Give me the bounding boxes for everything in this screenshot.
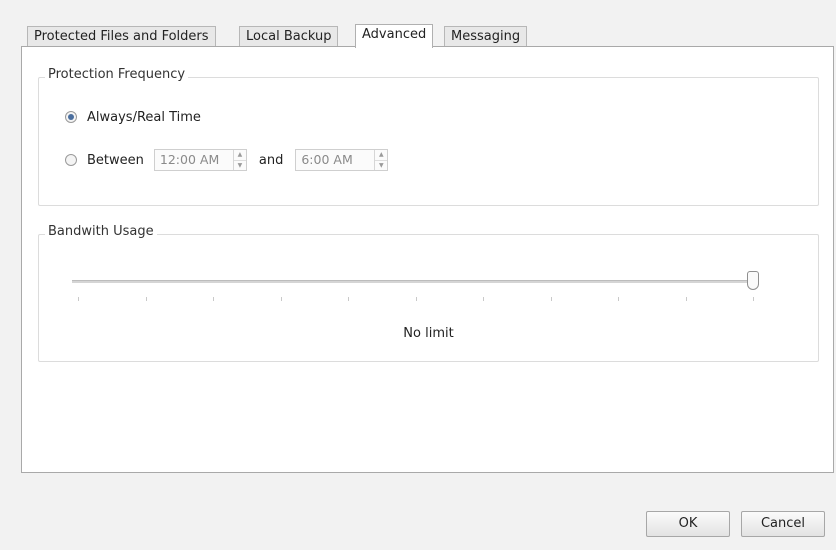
start-time-up-arrow-icon[interactable]: ▲ xyxy=(234,150,246,160)
tab-protected-files-and-folders[interactable]: Protected Files and Folders xyxy=(27,26,216,47)
start-time-value: 12:00 AM xyxy=(159,152,220,167)
slider-tick xyxy=(348,297,349,301)
start-time-stepper[interactable]: 12:00 AM ▲ ▼ xyxy=(153,149,247,171)
tab-local-backup[interactable]: Local Backup xyxy=(239,26,339,47)
protection-frequency-legend: Protection Frequency xyxy=(45,67,189,82)
bandwidth-value-label: No limit xyxy=(403,326,454,341)
slider-tick xyxy=(550,297,552,301)
end-time-stepper[interactable]: 6:00 AM ▲ ▼ xyxy=(295,149,389,171)
tab-advanced[interactable]: Advanced xyxy=(355,24,434,48)
between-radio[interactable] xyxy=(65,154,77,166)
slider-tick xyxy=(618,297,619,301)
between-option: Between 12:00 AM ▲ ▼ and 6:00 AM ▲ ▼ xyxy=(65,148,389,172)
slider-tick xyxy=(483,297,484,301)
protection-frequency-group: Protection Frequency Always/Real Time Be… xyxy=(38,67,819,206)
slider-tick xyxy=(415,297,417,301)
always-real-time-option[interactable]: Always/Real Time xyxy=(65,105,201,129)
slider-tick xyxy=(753,297,754,301)
cancel-button[interactable]: Cancel xyxy=(741,511,825,537)
slider-tick xyxy=(213,297,214,301)
bandwidth-slider-track[interactable] xyxy=(72,280,757,283)
slider-tick xyxy=(685,297,687,301)
between-label: Between xyxy=(87,152,144,168)
advanced-panel: Protection Frequency Always/Real Time Be… xyxy=(21,46,834,473)
end-time-down-arrow-icon[interactable]: ▼ xyxy=(375,160,388,171)
bandwidth-usage-group: Bandwith Usage No limit xyxy=(38,224,819,362)
tab-messaging[interactable]: Messaging xyxy=(444,26,528,47)
slider-tick xyxy=(280,297,282,301)
bandwidth-usage-legend: Bandwith Usage xyxy=(45,224,157,239)
and-label: and xyxy=(258,152,284,168)
end-time-value: 6:00 AM xyxy=(301,152,353,167)
slider-tick xyxy=(78,297,79,301)
always-real-time-radio[interactable] xyxy=(65,111,77,123)
always-real-time-label: Always/Real Time xyxy=(87,109,201,125)
bandwidth-slider-thumb[interactable] xyxy=(747,271,759,290)
start-time-down-arrow-icon[interactable]: ▼ xyxy=(233,160,246,171)
end-time-up-arrow-icon[interactable]: ▲ xyxy=(375,150,387,160)
slider-tick xyxy=(145,297,147,301)
ok-button[interactable]: OK xyxy=(646,511,730,537)
